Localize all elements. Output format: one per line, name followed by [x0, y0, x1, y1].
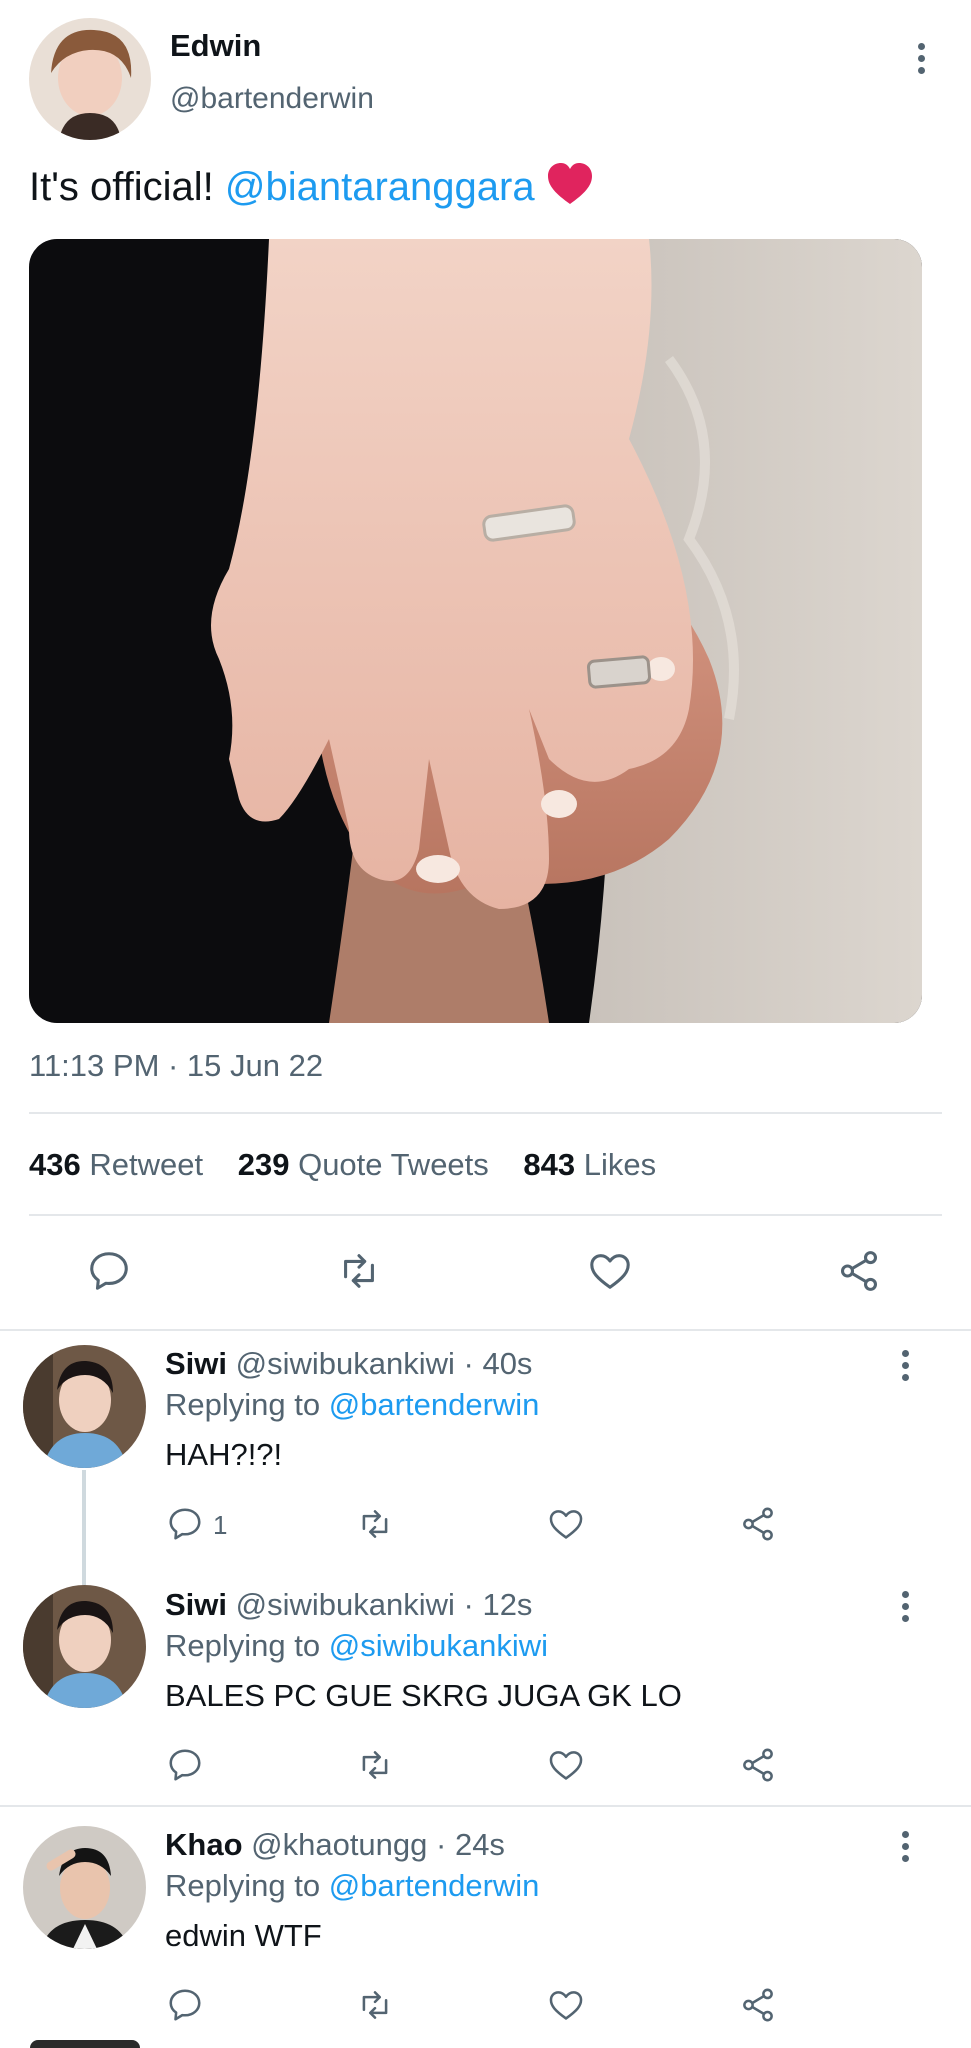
quote-stat[interactable]: 239 Quote Tweets — [238, 1147, 498, 1182]
like-icon[interactable] — [547, 1746, 585, 1784]
replying-to-link[interactable]: @siwibukankiwi — [329, 1628, 548, 1663]
reply-more-options-icon[interactable] — [890, 1345, 920, 1385]
divider — [0, 1329, 971, 1331]
share-icon[interactable] — [739, 1505, 777, 1543]
retweet-icon[interactable] — [336, 1248, 382, 1294]
reply-avatar[interactable] — [23, 1345, 146, 1468]
replying-to-prefix: Replying to — [165, 1628, 329, 1663]
reply-header: Siwi @siwibukankiwi · 12s — [165, 1587, 532, 1623]
tweet-text-prefix: It's official! — [29, 165, 225, 209]
reply-author-handle[interactable]: @siwibukankiwi — [236, 1346, 455, 1381]
reply-text: edwin WTF — [165, 1918, 322, 1953]
retweet-icon[interactable] — [356, 1746, 394, 1784]
reply-header: Siwi @siwibukankiwi · 40s — [165, 1346, 532, 1382]
quote-label: Quote Tweets — [298, 1147, 489, 1182]
more-options-icon[interactable] — [906, 38, 936, 78]
replying-to-link[interactable]: @bartenderwin — [329, 1387, 540, 1422]
next-reply-avatar[interactable] — [30, 2040, 140, 2048]
author-avatar[interactable] — [29, 18, 151, 140]
tweet-timestamp[interactable]: 11:13 PM · 15 Jun 22 — [29, 1048, 323, 1084]
reply-icon[interactable] — [166, 1746, 204, 1784]
share-icon[interactable] — [739, 1986, 777, 2024]
replying-to: Replying to @bartenderwin — [165, 1387, 539, 1423]
reply-text: BALES PC GUE SKRG JUGA GK LO — [165, 1678, 682, 1713]
reply-time: · 40s — [454, 1346, 533, 1381]
author-name[interactable]: Edwin — [170, 28, 261, 64]
heart-emoji — [546, 162, 594, 216]
reply-time: · 12s — [454, 1587, 533, 1622]
reply-icon[interactable] — [166, 1986, 204, 2024]
reply-author-name[interactable]: Khao — [165, 1827, 243, 1862]
retweet-count: 436 — [29, 1147, 81, 1182]
reply-author-handle[interactable]: @siwibukankiwi — [236, 1587, 455, 1622]
reply-author-name[interactable]: Siwi — [165, 1346, 227, 1381]
retweet-label: Retweet — [89, 1147, 204, 1182]
like-icon[interactable] — [547, 1986, 585, 2024]
reply-header: Khao @khaotungg · 24s — [165, 1827, 505, 1863]
reply-more-options-icon[interactable] — [890, 1586, 920, 1626]
reply-author-handle[interactable]: @khaotungg — [251, 1827, 427, 1862]
replying-to: Replying to @bartenderwin — [165, 1868, 539, 1904]
reply-time: · 24s — [427, 1827, 505, 1862]
likes-stat[interactable]: 843 Likes — [523, 1147, 656, 1182]
thread-line — [82, 1470, 86, 1588]
reply-icon[interactable] — [166, 1505, 204, 1543]
reply-avatar[interactable] — [23, 1826, 146, 1949]
retweet-icon[interactable] — [356, 1986, 394, 2024]
reply-text: HAH?!?! — [165, 1437, 283, 1472]
divider — [0, 1805, 971, 1807]
replying-to-prefix: Replying to — [165, 1387, 329, 1422]
tweet-stats: 436 Retweet 239 Quote Tweets 843 Likes — [29, 1147, 656, 1183]
tweet-text: It's official! @biantaranggara — [29, 162, 594, 216]
mention-link[interactable]: @biantaranggara — [225, 165, 535, 209]
replying-to: Replying to @siwibukankiwi — [165, 1628, 548, 1664]
quote-count: 239 — [237, 1147, 290, 1182]
divider — [29, 1214, 942, 1216]
share-icon[interactable] — [739, 1746, 777, 1784]
share-icon[interactable] — [836, 1248, 882, 1294]
reply-author-name[interactable]: Siwi — [165, 1587, 227, 1622]
reply-count: 1 — [213, 1510, 228, 1540]
likes-label: Likes — [583, 1147, 657, 1182]
reply-icon[interactable] — [86, 1248, 132, 1294]
replying-to-prefix: Replying to — [165, 1868, 329, 1903]
replying-to-link[interactable]: @bartenderwin — [329, 1868, 540, 1903]
like-icon[interactable] — [547, 1505, 585, 1543]
tweet-image[interactable] — [29, 239, 922, 1023]
like-icon[interactable] — [587, 1248, 633, 1294]
author-handle[interactable]: @bartenderwin — [170, 82, 374, 116]
reply-avatar[interactable] — [23, 1585, 146, 1708]
reply-more-options-icon[interactable] — [890, 1826, 920, 1866]
retweet-icon[interactable] — [356, 1505, 394, 1543]
retweet-stat[interactable]: 436 Retweet — [29, 1147, 212, 1182]
divider — [29, 1112, 942, 1114]
likes-count: 843 — [523, 1147, 576, 1182]
